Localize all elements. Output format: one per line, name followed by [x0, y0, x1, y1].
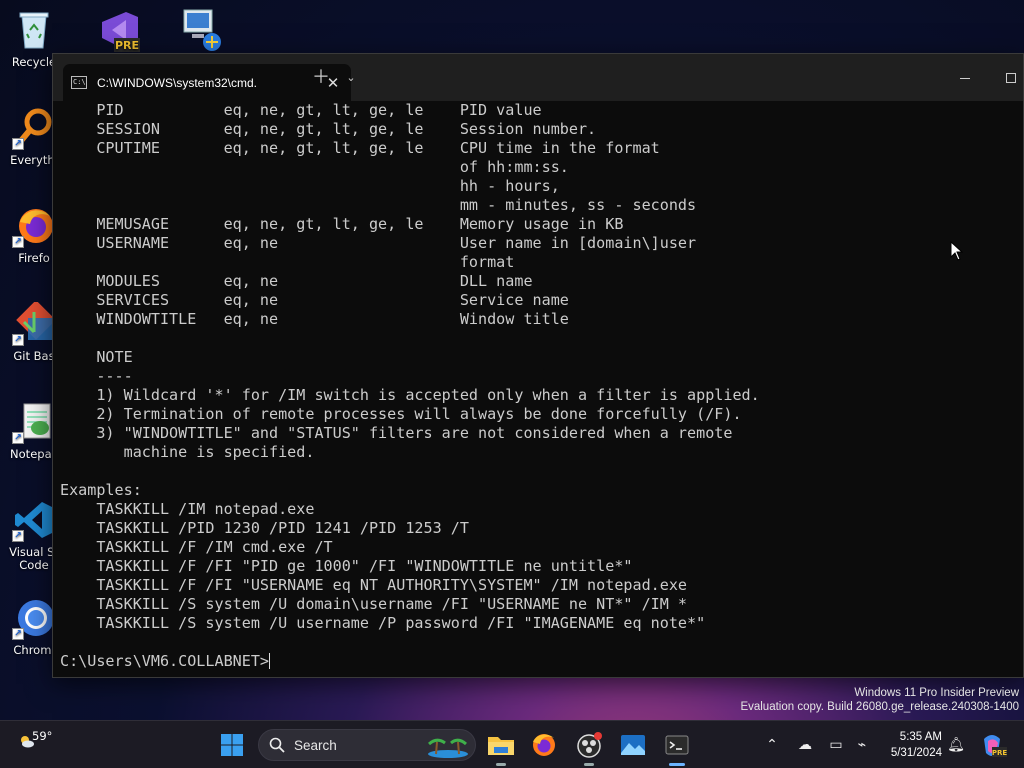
console-line: TASKKILL /PID 1230 /PID 1241 /PID 1253 /…: [60, 519, 469, 537]
running-indicator: [496, 763, 506, 766]
running-indicator: [584, 763, 594, 766]
obs-taskbar-button[interactable]: [573, 729, 605, 766]
tab-cmd[interactable]: C:\ C:\WINDOWS\system32\cmd. ✕: [63, 64, 351, 101]
svg-text:PRE: PRE: [992, 749, 1008, 757]
windows-logo-icon: [221, 734, 243, 756]
chevron-up-icon[interactable]: ⌃: [762, 735, 782, 755]
copilot-button[interactable]: PRE: [976, 729, 1008, 761]
mouse-cursor-icon: [950, 241, 964, 261]
terminal-titlebar[interactable]: C:\ C:\WINDOWS\system32\cmd. ✕ ＋ ⌄: [53, 54, 1023, 101]
chromium-icon: ↗: [12, 596, 56, 640]
start-button[interactable]: [216, 729, 248, 761]
console-line: mm - minutes, ss - seconds: [60, 196, 697, 214]
console-line: hh - hours,: [60, 177, 560, 195]
firefox-icon: [533, 734, 555, 756]
console-line: TASKKILL /S system /U username /P passwo…: [60, 614, 706, 632]
maximize-icon: [1006, 73, 1016, 83]
folder-icon: [488, 737, 514, 755]
console-line: MEMUSAGE eq, ne, gt, lt, ge, le Memory u…: [60, 215, 624, 233]
console-line: ----: [60, 367, 133, 385]
display-icon[interactable]: ▭: [826, 735, 846, 755]
maximize-button[interactable]: [999, 67, 1023, 89]
svg-text:PRE: PRE: [115, 39, 139, 52]
console-line: PID eq, ne, gt, lt, ge, le PID value: [60, 101, 542, 119]
visual-studio-preview-icon: PRE: [96, 8, 140, 52]
console-line: WINDOWTITLE eq, ne Window title: [60, 310, 569, 328]
git-bash-icon: ↗: [12, 300, 56, 346]
chevron-down-icon[interactable]: ⌄: [339, 67, 363, 89]
console-line: 3) "WINDOWTITLE" and "STATUS" filters ar…: [60, 424, 733, 442]
console-output[interactable]: PID eq, ne, gt, lt, ge, le PID value SES…: [60, 101, 1023, 677]
console-line: TASKKILL /F /FI "USERNAME eq NT AUTHORIT…: [60, 576, 688, 594]
firefox-icon: ↗: [12, 204, 56, 248]
search-icon: [269, 737, 285, 753]
search-highlight-palm-icon: [428, 738, 468, 758]
taskbar: 59° Search ⌃ ☁ ▭ ⌁ 5:35 AM 5/31/2024 🔔︎ …: [0, 720, 1024, 768]
console-line: TASKKILL /F /FI "PID ge 1000" /FI "WINDO…: [60, 557, 633, 575]
shortcut-arrow-icon: ↗: [12, 628, 24, 640]
desktop-icon-computer[interactable]: [170, 8, 226, 56]
shortcut-arrow-icon: ↗: [12, 334, 24, 346]
desktop-icon-visual-studio-preview[interactable]: PRE: [90, 8, 146, 56]
recycle-bin-icon: [12, 8, 56, 52]
console-line: TASKKILL /F /IM cmd.exe /T: [60, 538, 333, 556]
evaluation-watermark: Windows 11 Pro Insider Preview Evaluatio…: [740, 686, 1019, 714]
notepad-icon: ↗: [12, 400, 56, 444]
minimize-icon: [960, 78, 970, 79]
watermark-line-1: Windows 11 Pro Insider Preview: [854, 687, 1019, 699]
text-caret: [269, 653, 271, 669]
shortcut-arrow-icon: ↗: [12, 236, 24, 248]
minimize-button[interactable]: [953, 67, 977, 89]
firefox-taskbar-button[interactable]: [528, 729, 560, 761]
console-line: format: [60, 253, 515, 271]
console-line: USERNAME eq, ne User name in [domain\]us…: [60, 234, 697, 252]
running-indicator-active: [669, 763, 685, 766]
search-placeholder: Search: [294, 738, 337, 753]
clock-date: 5/31/2024: [890, 747, 942, 759]
console-line: Examples:: [60, 481, 142, 499]
weather-temperature: 59°: [32, 729, 53, 743]
console-line: TASKKILL /S system /U domain\username /F…: [60, 595, 688, 613]
console-line: CPUTIME eq, ne, gt, lt, ge, le CPU time …: [60, 139, 660, 157]
clock-time: 5:35 AM: [899, 731, 942, 743]
taskbar-search[interactable]: Search: [258, 729, 476, 761]
console-line: 1) Wildcard '*' for /IM switch is accept…: [60, 386, 760, 404]
photos-taskbar-button[interactable]: [617, 729, 649, 761]
shortcut-arrow-icon: ↗: [12, 138, 24, 150]
cloud-offline-icon[interactable]: ☁: [795, 735, 815, 755]
copilot-icon: PRE: [984, 735, 1008, 757]
console-prompt: C:\Users\VM6.COLLABNET>: [60, 652, 270, 670]
file-explorer-button[interactable]: [485, 729, 517, 766]
computer-icon: [176, 8, 221, 52]
watermark-line-2: Evaluation copy. Build 26080.ge_release.…: [740, 701, 1019, 713]
shortcut-arrow-icon: ↗: [12, 530, 24, 542]
terminal-window[interactable]: C:\ C:\WINDOWS\system32\cmd. ✕ ＋ ⌄ PID e…: [52, 53, 1024, 678]
tab-title: C:\WINDOWS\system32\cmd.: [97, 75, 258, 90]
terminal-icon: [665, 735, 689, 755]
console-line: SERVICES eq, ne Service name: [60, 291, 569, 309]
notification-bell-icon[interactable]: 🔔︎: [946, 735, 966, 755]
console-line: MODULES eq, ne DLL name: [60, 272, 533, 290]
everything-search-icon: ↗: [12, 106, 56, 150]
visual-studio-code-icon: ↗: [12, 498, 56, 542]
cmd-icon: C:\: [71, 76, 87, 89]
console-line: of hh:mm:ss.: [60, 158, 569, 176]
console-prompt-line[interactable]: C:\Users\VM6.COLLABNET>: [60, 652, 1023, 671]
console-line: SESSION eq, ne, gt, lt, ge, le Session n…: [60, 120, 597, 138]
console-line: 2) Termination of remote processes will …: [60, 405, 742, 423]
network-icon[interactable]: ⌁: [852, 735, 872, 755]
new-tab-button[interactable]: ＋: [309, 67, 333, 89]
shortcut-arrow-icon: ↗: [12, 432, 24, 444]
console-line: machine is specified.: [60, 443, 315, 461]
console-line: TASKKILL /IM notepad.exe: [60, 500, 315, 518]
system-clock[interactable]: 5:35 AM 5/31/2024: [880, 729, 942, 761]
terminal-taskbar-button[interactable]: [661, 729, 693, 766]
console-line: NOTE: [60, 348, 133, 366]
obs-studio-icon: [577, 732, 602, 758]
photos-icon: [621, 735, 645, 755]
